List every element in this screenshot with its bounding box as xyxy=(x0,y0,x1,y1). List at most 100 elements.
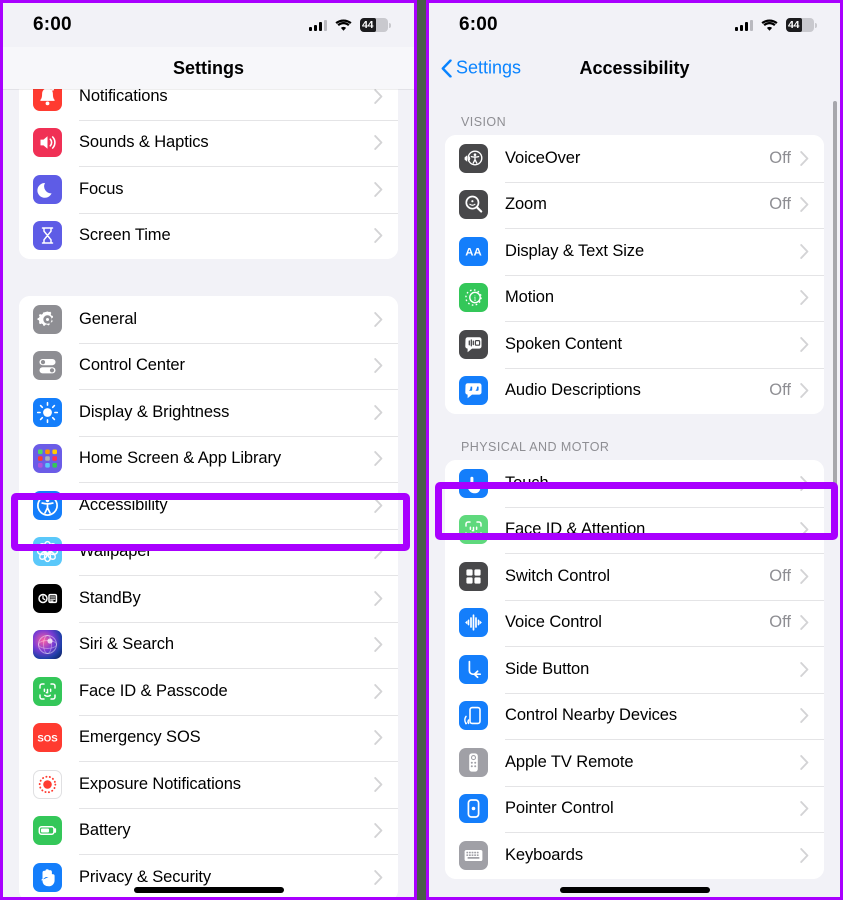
list-item-label: Display & Text Size xyxy=(505,241,645,260)
list-item-general[interactable]: General xyxy=(19,296,398,343)
list-item-pointer-control[interactable]: Pointer Control xyxy=(445,785,824,832)
list-item-display-brightness[interactable]: Display & Brightness xyxy=(19,389,398,436)
list-item-label: Focus xyxy=(79,179,124,198)
list-item-label: Face ID & Passcode xyxy=(79,681,228,700)
list-item-label: Accessibility xyxy=(79,495,168,514)
list-item-voiceover[interactable]: VoiceOver Off xyxy=(445,135,824,182)
faceid-green-icon xyxy=(459,515,488,545)
list-item-siri-search[interactable]: Siri & Search xyxy=(19,621,398,668)
list-item-label: Control Center xyxy=(79,356,185,375)
list-item-label: Display & Brightness xyxy=(79,402,230,421)
chevron-right-icon xyxy=(374,358,383,374)
chevron-right-icon xyxy=(374,544,383,560)
list-item-accessibility[interactable]: Accessibility xyxy=(19,482,398,529)
aa-icon: AA xyxy=(459,236,488,266)
back-button-label: Settings xyxy=(456,57,522,78)
battery-icon: 44 xyxy=(360,18,391,32)
keyboard-icon xyxy=(459,840,488,870)
list-item-face-id-passcode[interactable]: Face ID & Passcode xyxy=(19,668,398,715)
list-item-exposure-notifications[interactable]: Exposure Notifications xyxy=(19,761,398,808)
chevron-right-icon xyxy=(800,150,809,166)
list-item-label: Privacy & Security xyxy=(79,867,212,886)
navbar-left: Settings xyxy=(3,47,414,89)
list-item-audio-descriptions[interactable]: Audio Descriptions Off xyxy=(445,367,824,414)
list-item-label: Touch xyxy=(505,473,549,492)
list-item-side-button[interactable]: Side Button xyxy=(445,646,824,693)
list-item-zoom[interactable]: Zoom Off xyxy=(445,181,824,228)
list-item-label: Battery xyxy=(79,821,131,840)
list-item-label: Spoken Content xyxy=(505,334,622,353)
list-item-sounds-haptics[interactable]: Sounds & Haptics xyxy=(19,119,398,166)
list-item-label: Home Screen & App Library xyxy=(79,449,282,468)
list-item-spoken-content[interactable]: Spoken Content xyxy=(445,321,824,368)
settings-group-notifications: Notifications Sounds & Haptics Focus Screen… xyxy=(19,89,398,259)
list-item-label: Side Button xyxy=(505,659,590,678)
hourglass-icon xyxy=(33,221,62,251)
list-item-notifications[interactable]: Notifications xyxy=(19,89,398,120)
status-indicators: 44 xyxy=(734,18,817,32)
siri-icon xyxy=(33,630,62,660)
chevron-right-icon xyxy=(800,801,809,817)
back-button-settings[interactable]: Settings xyxy=(441,58,521,79)
list-item-keyboards[interactable]: Keyboards xyxy=(445,832,824,879)
zoom-icon xyxy=(459,190,488,220)
list-item-display-text-size[interactable]: AA Display & Text Size xyxy=(445,228,824,275)
chevron-right-icon xyxy=(374,823,383,839)
bell-icon xyxy=(33,89,62,111)
standby-icon xyxy=(33,583,62,613)
accessibility-list[interactable]: VISION VoiceOver Off Zoom Off AA Display & Tex… xyxy=(429,89,840,897)
sun-icon xyxy=(33,397,62,427)
chevron-right-icon xyxy=(800,383,809,399)
battery-percent: 44 xyxy=(362,19,374,31)
voiceover-icon xyxy=(459,143,488,173)
list-item-control-nearby-devices[interactable]: Control Nearby Devices xyxy=(445,692,824,739)
voice-control-icon xyxy=(459,608,488,638)
wifi-icon xyxy=(761,18,778,32)
chevron-right-icon xyxy=(374,683,383,699)
hand-icon xyxy=(33,862,62,892)
list-item-motion[interactable]: i Motion xyxy=(445,274,824,321)
home-indicator-left xyxy=(133,887,284,893)
list-item-focus[interactable]: Focus xyxy=(19,166,398,213)
list-item-label: StandBy xyxy=(79,588,141,607)
list-item-label: Notifications xyxy=(79,89,168,105)
faceid-icon xyxy=(33,676,62,706)
list-item-label: Pointer Control xyxy=(505,799,614,818)
switch-control-icon xyxy=(459,561,488,591)
list-item-switch-control[interactable]: Switch Control Off xyxy=(445,553,824,600)
battery-icon: 44 xyxy=(786,18,817,32)
page-title-settings: Settings xyxy=(172,57,244,78)
list-item-screen-time[interactable]: Screen Time xyxy=(19,212,398,259)
list-item-home-screen-app-library[interactable]: Home Screen & App Library xyxy=(19,435,398,482)
svg-text:AA: AA xyxy=(465,246,481,258)
list-item-label: Control Nearby Devices xyxy=(505,706,678,725)
list-item-value: Off xyxy=(769,148,791,167)
list-item-emergency-sos[interactable]: SOS Emergency SOS xyxy=(19,714,398,761)
svg-text:SOS: SOS xyxy=(37,734,58,745)
list-item-label: Zoom xyxy=(505,195,547,214)
chevron-right-icon xyxy=(800,847,809,863)
list-item-voice-control[interactable]: Voice Control Off xyxy=(445,599,824,646)
list-item-apple-tv-remote[interactable]: Apple TV Remote xyxy=(445,739,824,786)
list-item-label: Keyboards xyxy=(505,845,583,864)
list-item-control-center[interactable]: Control Center xyxy=(19,342,398,389)
phone-screen-settings: 6:00 44 Settings Notifications Sounds & H… xyxy=(0,0,417,900)
chevron-right-icon xyxy=(800,568,809,584)
list-item-touch[interactable]: Touch xyxy=(445,460,824,507)
page-title-accessibility: Accessibility xyxy=(579,57,690,78)
list-item-privacy-security[interactable]: Privacy & Security xyxy=(19,854,398,897)
list-item-battery[interactable]: Battery xyxy=(19,807,398,854)
list-item-standby[interactable]: StandBy xyxy=(19,575,398,622)
cellular-signal-icon xyxy=(734,19,753,31)
settings-list[interactable]: Notifications Sounds & Haptics Focus Screen… xyxy=(3,89,414,897)
side-button-icon xyxy=(459,654,488,684)
vertical-scrollbar[interactable] xyxy=(833,101,837,523)
chevron-right-icon xyxy=(800,522,809,538)
list-item-face-id-attention[interactable]: Face ID & Attention xyxy=(445,506,824,553)
list-item-wallpaper[interactable]: Wallpaper xyxy=(19,528,398,575)
svg-text:i: i xyxy=(474,294,477,303)
accessibility-group-physical-and-motor: Touch Face ID & Attention Switch Control Of… xyxy=(445,460,824,879)
chevron-right-icon xyxy=(374,404,383,420)
list-item-label: Face ID & Attention xyxy=(505,520,646,539)
pointer-control-icon xyxy=(459,794,488,824)
